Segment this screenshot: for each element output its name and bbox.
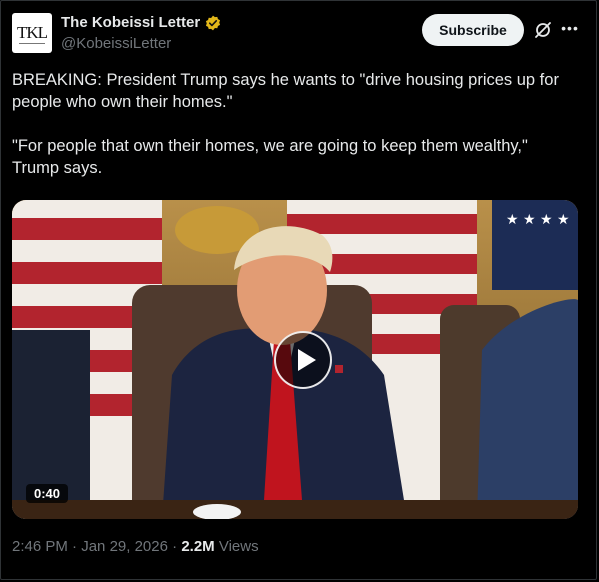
video-player[interactable]: ★ ★ ★ ★ 0:40: [12, 200, 578, 519]
meta-separator: ·: [72, 538, 78, 555]
avatar[interactable]: TKL: [12, 13, 52, 53]
verified-badge-icon: [206, 15, 221, 30]
author-name-row: The Kobeissi Letter: [61, 14, 221, 31]
author-handle[interactable]: @KobeissiLetter: [61, 35, 171, 52]
author-name[interactable]: The Kobeissi Letter: [61, 14, 200, 31]
views-count[interactable]: 2.2M: [181, 538, 214, 555]
avatar-rule: [19, 43, 45, 44]
svg-text:★ ★ ★ ★: ★ ★ ★ ★: [506, 212, 570, 228]
subscribe-button[interactable]: Subscribe: [422, 14, 524, 46]
play-button[interactable]: [274, 331, 332, 389]
post-text: BREAKING: President Trump says he wants …: [12, 71, 559, 177]
post-meta: 2:46 PM · Jan 29, 2026 · 2.2M Views: [12, 538, 259, 555]
views-label: Views: [218, 538, 259, 555]
more-options-icon[interactable]: •••: [559, 17, 581, 39]
post-card: TKL The Kobeissi Letter @KobeissiLetter …: [0, 0, 597, 580]
video-duration: 0:40: [26, 484, 69, 503]
meta-separator-2: ·: [172, 538, 178, 555]
post-time[interactable]: 2:46 PM: [12, 538, 68, 555]
post-date[interactable]: Jan 29, 2026: [81, 538, 168, 555]
grok-icon[interactable]: [533, 20, 553, 40]
avatar-logo-text: TKL: [16, 23, 48, 42]
